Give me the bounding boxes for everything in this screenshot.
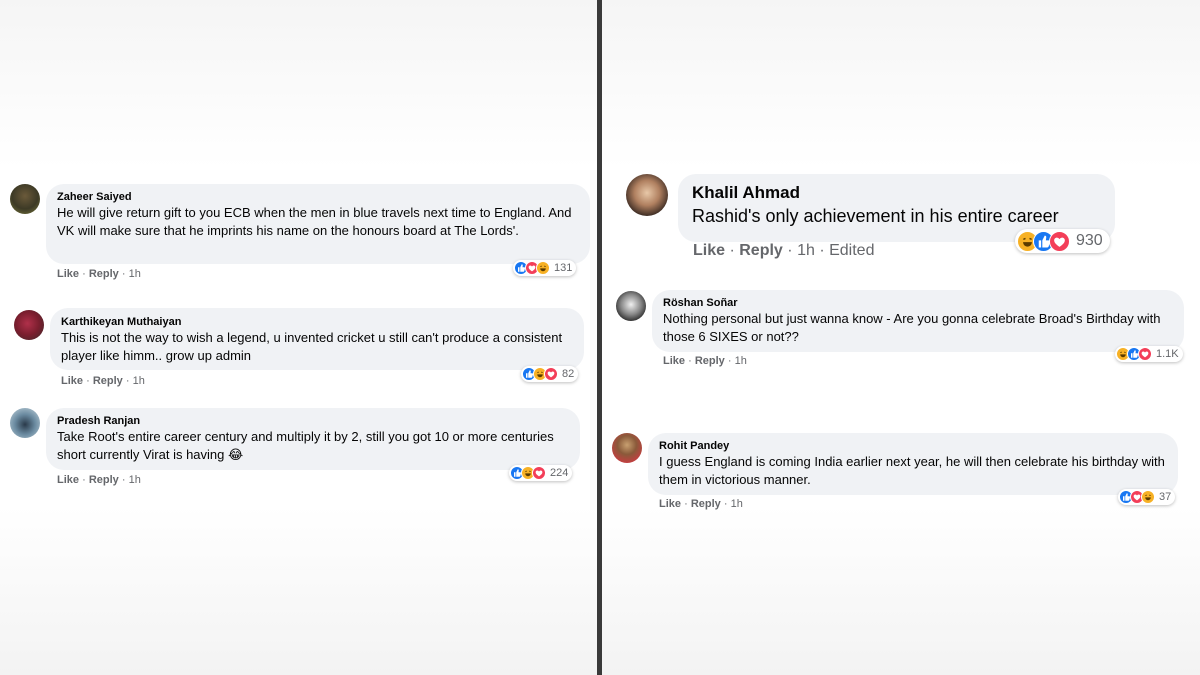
comment-bubble: Pradesh Ranjan Take Root's entire career…: [46, 408, 580, 470]
commenter-name[interactable]: Khalil Ahmad: [692, 182, 1101, 204]
commenter-name[interactable]: Rohit Pandey: [659, 439, 1167, 453]
edited-label[interactable]: Edited: [829, 242, 874, 259]
like-link[interactable]: Like: [57, 474, 79, 486]
love-reaction-icon: [1138, 347, 1152, 361]
reactions-summary[interactable]: 37: [1118, 489, 1176, 505]
comment-actions: Like · Reply · 1h: [57, 474, 141, 486]
comment-text: Take Root's entire career century and mu…: [57, 429, 554, 462]
timestamp[interactable]: 1h: [735, 355, 747, 367]
panel-divider: [597, 0, 602, 675]
reply-link[interactable]: Reply: [93, 375, 123, 387]
separator: ·: [819, 242, 825, 259]
comment-bubble: Karthikeyan Muthaiyan This is not the wa…: [50, 308, 584, 370]
commenter-name[interactable]: Röshan Soñar: [663, 296, 1173, 310]
avatar[interactable]: [14, 310, 44, 340]
reply-link[interactable]: Reply: [695, 355, 725, 367]
reactions-summary[interactable]: 131: [513, 260, 577, 276]
reaction-count: 37: [1159, 491, 1172, 503]
separator: ·: [723, 498, 728, 510]
comment-bubble: Rohit Pandey I guess England is coming I…: [648, 433, 1178, 495]
like-link[interactable]: Like: [663, 355, 685, 367]
comment-actions: Like · Reply · 1h: [663, 355, 747, 367]
comment-text: I guess England is coming India earlier …: [659, 454, 1165, 487]
reply-link[interactable]: Reply: [89, 474, 119, 486]
love-reaction-icon: [1049, 230, 1070, 252]
reactions-summary[interactable]: 224: [509, 465, 573, 481]
reaction-count: 930: [1076, 232, 1103, 249]
comment-text: Rashid's only achievement in his entire …: [692, 206, 1059, 226]
commenter-name[interactable]: Zaheer Saiyed: [57, 190, 579, 204]
commenter-name[interactable]: Pradesh Ranjan: [57, 414, 569, 428]
timestamp[interactable]: 1h: [129, 474, 141, 486]
avatar[interactable]: [616, 291, 646, 321]
separator: ·: [125, 375, 130, 387]
timestamp[interactable]: 1h: [129, 268, 141, 280]
reply-link[interactable]: Reply: [89, 268, 119, 280]
separator: ·: [727, 355, 732, 367]
comment-actions: Like · Reply · 1h · Edited: [693, 242, 874, 260]
reaction-count: 224: [550, 467, 569, 479]
comment-text: Nothing personal but just wanna know - A…: [663, 311, 1161, 344]
timestamp[interactable]: 1h: [133, 375, 145, 387]
comment-actions: Like · Reply · 1h: [61, 375, 145, 387]
separator: ·: [688, 355, 692, 367]
comment-actions: Like · Reply · 1h: [659, 498, 743, 510]
like-link[interactable]: Like: [693, 242, 725, 259]
comment-actions: Like · Reply · 1h: [57, 268, 141, 280]
separator: ·: [82, 268, 86, 280]
reactions-summary[interactable]: 1.1K: [1115, 346, 1183, 362]
commenter-name[interactable]: Karthikeyan Muthaiyan: [61, 315, 573, 329]
avatar[interactable]: [10, 408, 40, 438]
comment-text: He will give return gift to you ECB when…: [57, 205, 572, 238]
like-link[interactable]: Like: [57, 268, 79, 280]
separator: ·: [82, 474, 86, 486]
separator: ·: [787, 242, 793, 259]
like-link[interactable]: Like: [659, 498, 681, 510]
avatar[interactable]: [626, 174, 668, 216]
reaction-count: 82: [562, 368, 575, 380]
avatar[interactable]: [612, 433, 642, 463]
timestamp[interactable]: 1h: [797, 242, 815, 259]
love-reaction-icon: [532, 466, 546, 480]
reaction-count: 131: [554, 262, 573, 274]
separator: ·: [121, 474, 126, 486]
reply-link[interactable]: Reply: [739, 242, 783, 259]
haha-reaction-icon: [536, 261, 550, 275]
reaction-count: 1.1K: [1156, 348, 1179, 360]
comment-text: This is not the way to wish a legend, u …: [61, 330, 563, 363]
reactions-summary[interactable]: 82: [521, 366, 579, 382]
avatar[interactable]: [10, 184, 40, 214]
comment-bubble: Röshan Soñar Nothing personal but just w…: [652, 290, 1184, 352]
timestamp[interactable]: 1h: [731, 498, 743, 510]
reactions-summary[interactable]: 930: [1015, 229, 1110, 253]
separator: ·: [729, 242, 735, 259]
haha-reaction-icon: [1141, 490, 1155, 504]
love-reaction-icon: [544, 367, 558, 381]
like-link[interactable]: Like: [61, 375, 83, 387]
reply-link[interactable]: Reply: [691, 498, 721, 510]
separator: ·: [121, 268, 126, 280]
separator: ·: [86, 375, 90, 387]
comment-bubble: Zaheer Saiyed He will give return gift t…: [46, 184, 590, 264]
separator: ·: [684, 498, 688, 510]
